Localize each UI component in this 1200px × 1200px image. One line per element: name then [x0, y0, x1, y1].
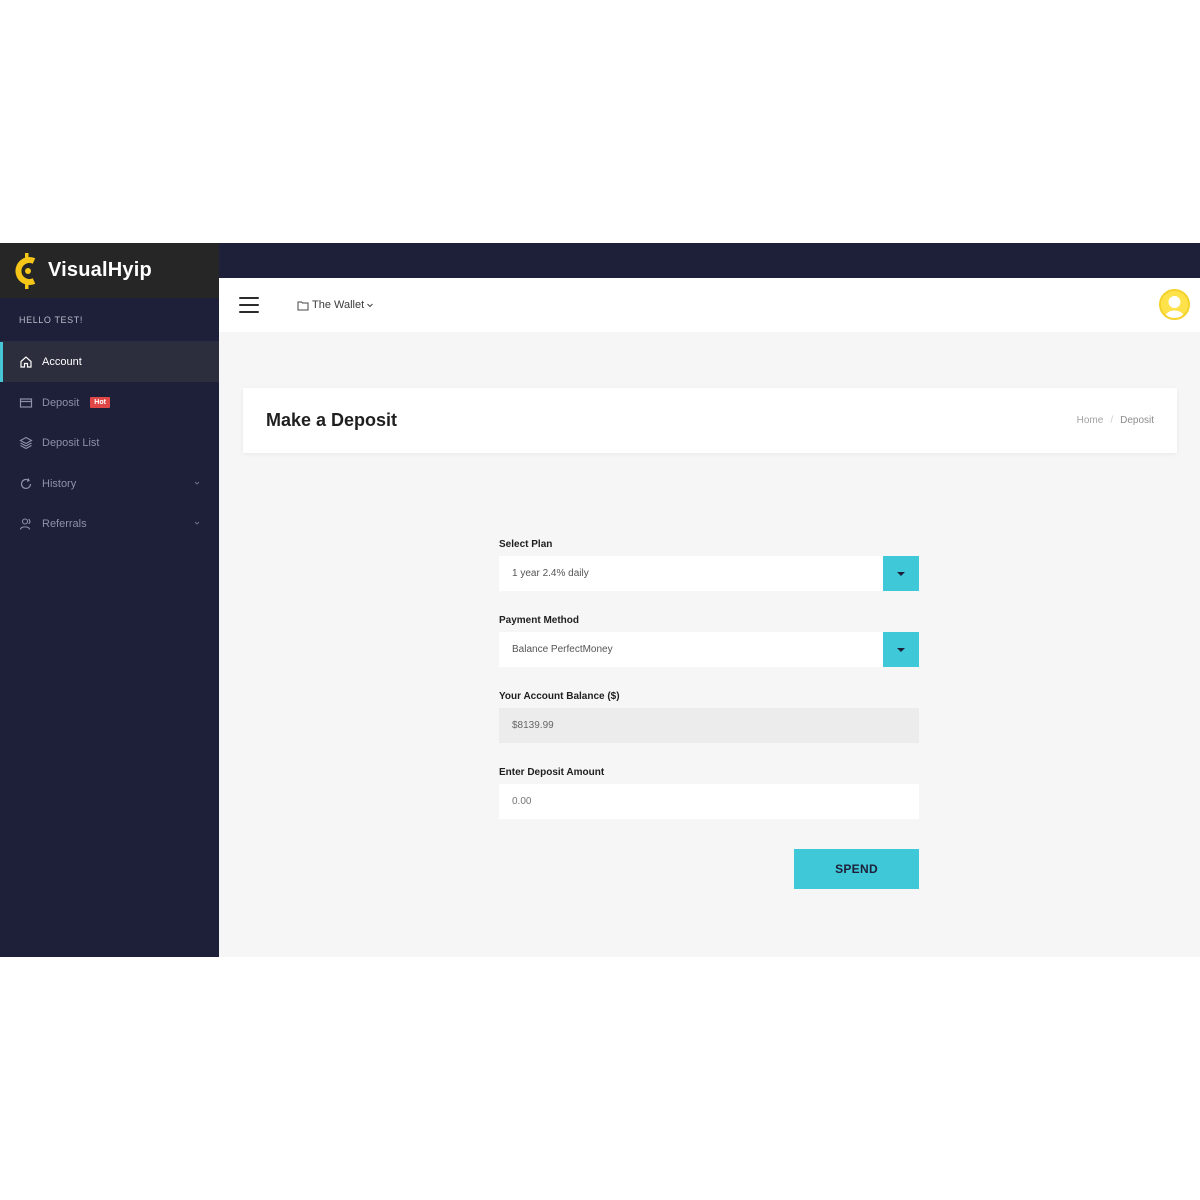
- hamburger-icon[interactable]: [239, 297, 259, 313]
- home-icon: [19, 355, 33, 369]
- sidebar-item-deposit[interactable]: Deposit Hot: [0, 383, 219, 423]
- breadcrumb: Home / Deposit: [1077, 415, 1154, 426]
- wallet-dropdown[interactable]: The Wallet: [297, 299, 377, 311]
- sidebar-item-label: Deposit List: [42, 437, 100, 449]
- deposit-form: Select Plan 1 year 2.4% daily Payment Me…: [499, 539, 919, 889]
- sidebar-item-deposit-list[interactable]: Deposit List: [0, 423, 219, 463]
- user-avatar-icon[interactable]: [1159, 289, 1190, 320]
- caret-down-icon: [897, 647, 905, 652]
- spend-button[interactable]: SPEND: [794, 849, 919, 889]
- page-title: Make a Deposit: [266, 410, 398, 430]
- brand-logo-icon: [15, 252, 36, 289]
- sidebar-item-label: Account: [42, 356, 82, 368]
- breadcrumb-separator: /: [1110, 415, 1114, 426]
- app-window: VisualHyip HELLO TEST! Account Deposit H…: [0, 243, 1200, 957]
- deposit-amount-input[interactable]: [499, 784, 919, 819]
- chevron-down-icon: [367, 303, 374, 308]
- payment-method-value: Balance PerfectMoney: [512, 644, 613, 655]
- top-header: The Wallet: [219, 278, 1200, 332]
- sidebar-item-account[interactable]: Account: [0, 342, 219, 382]
- brand[interactable]: VisualHyip: [0, 243, 219, 298]
- sidebar-item-label: Referrals: [42, 518, 87, 530]
- breadcrumb-home[interactable]: Home: [1077, 415, 1104, 426]
- caret-down-icon: [897, 571, 905, 576]
- sidebar-item-label: Deposit: [42, 396, 80, 409]
- folder-icon: [297, 301, 309, 310]
- users-icon: [19, 517, 33, 531]
- chevron-down-icon: [194, 521, 200, 525]
- hot-badge: Hot: [90, 397, 110, 408]
- payment-method-label: Payment Method: [499, 615, 580, 626]
- top-strip: [219, 243, 1200, 278]
- plan-select-value: 1 year 2.4% daily: [512, 568, 589, 579]
- plan-select-toggle[interactable]: [883, 556, 919, 591]
- plan-select[interactable]: 1 year 2.4% daily: [499, 556, 919, 591]
- layers-icon: [19, 436, 33, 450]
- sidebar: VisualHyip HELLO TEST! Account Deposit H…: [0, 243, 219, 957]
- wallet-label: The Wallet: [312, 299, 365, 311]
- sidebar-item-referrals[interactable]: Referrals: [0, 504, 219, 544]
- sidebar-item-history[interactable]: History: [0, 464, 219, 504]
- chevron-down-icon: [194, 481, 200, 485]
- greeting: HELLO TEST!: [0, 298, 219, 342]
- brand-name: VisualHyip: [48, 259, 152, 281]
- refresh-icon: [19, 477, 33, 491]
- deposit-amount-label: Enter Deposit Amount: [499, 767, 605, 778]
- breadcrumb-current: Deposit: [1120, 415, 1154, 426]
- balance-label: Your Account Balance ($): [499, 691, 620, 702]
- payment-method-toggle[interactable]: [883, 632, 919, 667]
- plan-label: Select Plan: [499, 539, 553, 550]
- sidebar-item-label: History: [42, 477, 77, 490]
- card-icon: [19, 396, 33, 410]
- balance-field: $8139.99: [499, 708, 919, 743]
- payment-method-select[interactable]: Balance PerfectMoney: [499, 632, 919, 667]
- page-title-card: Make a Deposit Home / Deposit: [243, 388, 1177, 453]
